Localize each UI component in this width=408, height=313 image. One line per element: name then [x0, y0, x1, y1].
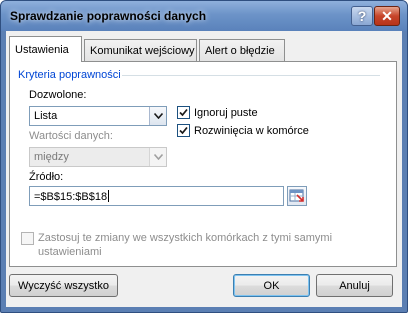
allow-label: Dozwolone: [29, 89, 87, 101]
data-dropdown-value: między [34, 151, 69, 163]
clear-all-label: Wyczyść wszystko [18, 279, 109, 292]
cancel-button[interactable]: Anuluj [316, 274, 393, 297]
source-label: Źródło: [29, 171, 64, 183]
apply-to-all-label-line1: Zastosuj te zmiany we wszystkich komórka… [38, 232, 333, 244]
ignore-blank-label[interactable]: Ignoruj puste [194, 107, 258, 119]
help-button[interactable]: ? [351, 6, 373, 26]
allow-dropdown-value: Lista [34, 110, 58, 122]
chevron-down-icon[interactable] [149, 107, 166, 125]
window-title: Sprawdzanie poprawności danych [10, 9, 207, 23]
criteria-group-label: Kryteria poprawności [18, 69, 121, 81]
ok-button[interactable]: OK [233, 274, 310, 297]
tab-error-alert[interactable]: Alert o błędzie [199, 39, 285, 61]
tab-settings-label: Ustawienia [15, 44, 69, 56]
tab-input-message-label: Komunikat wejściowy [90, 45, 195, 57]
title-bar[interactable]: Sprawdzanie poprawności danych ? ✕ [1, 1, 407, 31]
in-cell-dropdown-checkbox[interactable] [177, 124, 190, 137]
clear-all-button[interactable]: Wyczyść wszystko [9, 274, 118, 297]
close-icon: ✕ [381, 7, 393, 24]
tab-settings[interactable]: Ustawienia [9, 36, 82, 62]
range-select-icon [289, 189, 304, 202]
checkmark-icon [179, 108, 188, 117]
group-divider [122, 75, 380, 76]
tab-input-message[interactable]: Komunikat wejściowy [84, 39, 197, 61]
checkmark-icon [179, 126, 188, 135]
apply-to-all-checkbox[interactable] [21, 232, 34, 245]
chevron-down-icon [149, 148, 166, 166]
help-icon: ? [357, 8, 367, 24]
data-validation-dialog: Sprawdzanie poprawności danych ? ✕ Ustaw… [0, 0, 408, 313]
in-cell-dropdown-label[interactable]: Rozwinięcia w komórce [194, 125, 309, 137]
ok-label: OK [263, 279, 280, 292]
cancel-label: Anuluj [339, 279, 370, 292]
source-input-value: =$B$15:$B$18 [34, 190, 110, 203]
data-label: Wartości danych: [29, 130, 113, 142]
close-button[interactable]: ✕ [374, 6, 400, 26]
allow-dropdown[interactable]: Lista [29, 106, 167, 126]
text-caret [108, 190, 110, 202]
source-text: =$B$15:$B$18 [34, 191, 108, 203]
apply-to-all-label-line2: ustawieniami [38, 246, 102, 258]
collapse-dialog-button[interactable] [287, 186, 307, 206]
data-dropdown: między [29, 147, 167, 167]
source-input[interactable]: =$B$15:$B$18 [29, 186, 284, 206]
tab-error-alert-label: Alert o błędzie [205, 45, 275, 57]
dialog-body: Ustawienia Komunikat wejściowy Alert o b… [6, 31, 402, 307]
settings-panel: Kryteria poprawności Dozwolone: Lista Ig… [9, 61, 397, 267]
ignore-blank-checkbox[interactable] [177, 106, 190, 119]
